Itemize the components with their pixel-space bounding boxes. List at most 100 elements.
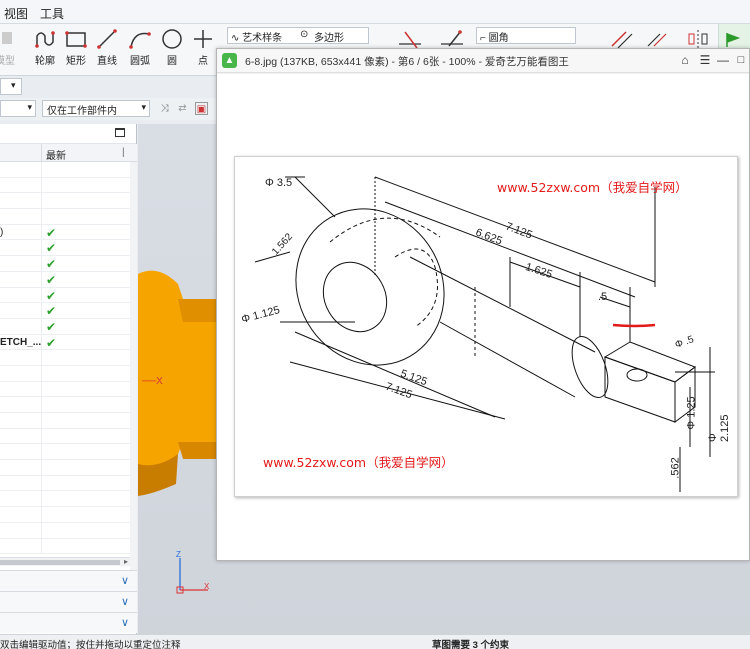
mirror-tool[interactable] bbox=[683, 28, 713, 50]
mirror-curve-icon bbox=[688, 30, 708, 48]
navigator-row[interactable]: ETCH_... ✔ bbox=[0, 334, 130, 351]
navigator-row-name: ) bbox=[0, 226, 4, 238]
check-icon: ✔ bbox=[46, 272, 57, 287]
navigator-row[interactable]: ✔ bbox=[0, 240, 130, 257]
navigator-row[interactable] bbox=[0, 491, 130, 508]
extend-tool[interactable] bbox=[437, 28, 467, 50]
scrollbar-thumb[interactable] bbox=[0, 560, 120, 565]
navigator-row[interactable]: ✔ bbox=[0, 287, 130, 304]
assembly-icon[interactable]: ⇄ bbox=[176, 102, 189, 115]
column-latest[interactable]: 最新 bbox=[46, 147, 66, 162]
navigator-row[interactable] bbox=[0, 413, 130, 429]
offset-tool[interactable] bbox=[606, 28, 636, 50]
menubar: 视图 工具 bbox=[0, 0, 750, 24]
trim-icon bbox=[399, 31, 421, 49]
check-icon: ✔ bbox=[46, 225, 57, 240]
menu-tools[interactable]: 工具 bbox=[40, 5, 64, 22]
line-icon bbox=[97, 29, 117, 49]
viewer-title-text: 6-8.jpg (137KB, 653x441 像素) - 第6 / 6张 - … bbox=[245, 56, 569, 68]
flag-icon bbox=[726, 33, 741, 47]
navigator-row[interactable] bbox=[0, 177, 130, 194]
circle-icon bbox=[162, 29, 182, 49]
fillet-combo[interactable]: ⌐ 圆角 bbox=[476, 27, 576, 44]
details-panel-toggle[interactable]: ∨ bbox=[0, 591, 137, 612]
scope-filter-combo[interactable]: 仅在工作部件内 ▾ bbox=[42, 100, 150, 117]
skin-icon[interactable]: ⌂ bbox=[677, 52, 693, 68]
navigator-row[interactable]: ✔ bbox=[0, 256, 130, 272]
chevron-down-icon: ∨ bbox=[120, 596, 129, 608]
extend-icon bbox=[441, 30, 463, 47]
column-more[interactable]: | bbox=[122, 147, 125, 158]
maximize-icon[interactable]: □ bbox=[733, 52, 749, 68]
menu-view[interactable]: 视图 bbox=[4, 5, 28, 22]
select-mode-icon[interactable]: ▣ bbox=[195, 102, 208, 115]
polygon-icon: ⊙ bbox=[300, 29, 309, 40]
dim-diameter-3-5: Φ 3.5 bbox=[265, 177, 293, 189]
selection-filter-bar: ▾ 仅在工作部件内 ▾ ⤨ ⇄ ▣ bbox=[0, 98, 218, 120]
chevron-right-icon[interactable]: ▸ bbox=[124, 557, 128, 566]
chevron-down-icon: ∨ bbox=[120, 617, 129, 629]
origin-x-axis: ──X bbox=[142, 376, 163, 387]
minimize-icon[interactable]: — bbox=[715, 52, 731, 68]
navigator-row-name: ETCH_... bbox=[0, 336, 42, 348]
type-filter-combo[interactable]: ▾ bbox=[0, 100, 36, 117]
navigator-row[interactable] bbox=[0, 460, 130, 476]
pattern-curve-icon bbox=[647, 33, 667, 47]
navigator-row[interactable]: ✔ bbox=[0, 303, 130, 319]
navigator-row[interactable] bbox=[0, 475, 130, 492]
navigator-vertical-scrollbar[interactable] bbox=[130, 162, 137, 592]
navigator-row[interactable] bbox=[0, 428, 130, 445]
dim-diameter-1-25: Φ 1.25 bbox=[685, 396, 698, 430]
dependencies-panel-toggle[interactable]: ∨ bbox=[0, 570, 137, 591]
navigator-row[interactable] bbox=[0, 538, 130, 555]
axis-z-label: Z bbox=[176, 550, 181, 559]
viewer-canvas[interactable]: Φ 3.5 7.125 6.625 1.562 1.625 .5 Φ 1.125… bbox=[217, 74, 749, 560]
profile-tool[interactable]: 轮廓 bbox=[30, 28, 60, 67]
point-tool[interactable]: 点 bbox=[188, 28, 218, 67]
chevron-down-icon: ▾ bbox=[11, 80, 16, 90]
dim-0-5: .5 bbox=[598, 291, 608, 303]
watermark-bottom: www.52zxw.com（我爱自学网） bbox=[263, 455, 454, 470]
arc-icon bbox=[129, 32, 151, 49]
navigator-row[interactable]: ) ✔ bbox=[0, 224, 130, 241]
navigator-header bbox=[0, 124, 136, 144]
trim-tool[interactable] bbox=[395, 28, 425, 50]
check-icon: ✔ bbox=[46, 319, 57, 334]
status-constraints: 草图需要 3 个约束 bbox=[432, 640, 510, 649]
line-tool[interactable]: 直线 bbox=[92, 28, 122, 67]
check-icon: ✔ bbox=[46, 257, 57, 272]
navigator-row[interactable] bbox=[0, 350, 130, 366]
studio-spline-combo[interactable]: ∿ 艺术样条 ⊙ 多边形 bbox=[227, 27, 369, 44]
navigator-horizontal-scrollbar[interactable]: ▸ bbox=[0, 557, 130, 566]
fillet-icon: ⌐ bbox=[480, 33, 489, 44]
pattern-tool[interactable] bbox=[642, 28, 672, 50]
part-isometric-drawing bbox=[254, 176, 715, 492]
preview-panel-toggle[interactable]: ∨ bbox=[0, 612, 137, 633]
chevron-down-icon: ∨ bbox=[120, 575, 129, 587]
image-viewer-window[interactable]: ▲ 6-8.jpg (137KB, 653x441 像素) - 第6 / 6张 … bbox=[216, 48, 750, 561]
select-filter-combo[interactable]: ▾ bbox=[0, 78, 22, 95]
navigator-row[interactable]: ✔ bbox=[0, 318, 130, 335]
navigator-row[interactable] bbox=[0, 162, 130, 178]
snap-icon[interactable]: ⤨ bbox=[158, 102, 171, 115]
maximize-icon[interactable] bbox=[115, 128, 125, 137]
circle-tool[interactable]: 圆 bbox=[157, 28, 187, 67]
navigator-row[interactable] bbox=[0, 397, 130, 413]
model-tool[interactable]: 模型 bbox=[0, 28, 20, 67]
arc-tool[interactable]: 圆弧 bbox=[125, 28, 155, 67]
navigator-column-header: 最新 | bbox=[0, 144, 137, 162]
navigator-row[interactable]: ✔ bbox=[0, 271, 130, 288]
navigator-row[interactable] bbox=[0, 381, 130, 398]
menu-icon[interactable]: ☰ bbox=[697, 52, 713, 68]
navigator-row[interactable] bbox=[0, 522, 130, 539]
viewer-app-icon: ▲ bbox=[222, 53, 237, 68]
viewer-titlebar[interactable]: ▲ 6-8.jpg (137KB, 653x441 像素) - 第6 / 6张 … bbox=[217, 49, 749, 73]
rectangle-tool[interactable]: 矩形 bbox=[61, 28, 91, 67]
status-bar: 双击编辑驱动值；按住并拖动以重定位注释 草图需要 3 个约束 bbox=[0, 634, 750, 649]
navigator-row[interactable] bbox=[0, 209, 130, 225]
navigator-row[interactable] bbox=[0, 444, 130, 461]
navigator-rows: ) ✔ ✔ ✔ ✔ ✔ ✔ ✔ ETCH_... ✔ bbox=[0, 162, 130, 555]
navigator-row[interactable] bbox=[0, 507, 130, 523]
navigator-row[interactable] bbox=[0, 193, 130, 210]
navigator-row[interactable] bbox=[0, 365, 130, 382]
